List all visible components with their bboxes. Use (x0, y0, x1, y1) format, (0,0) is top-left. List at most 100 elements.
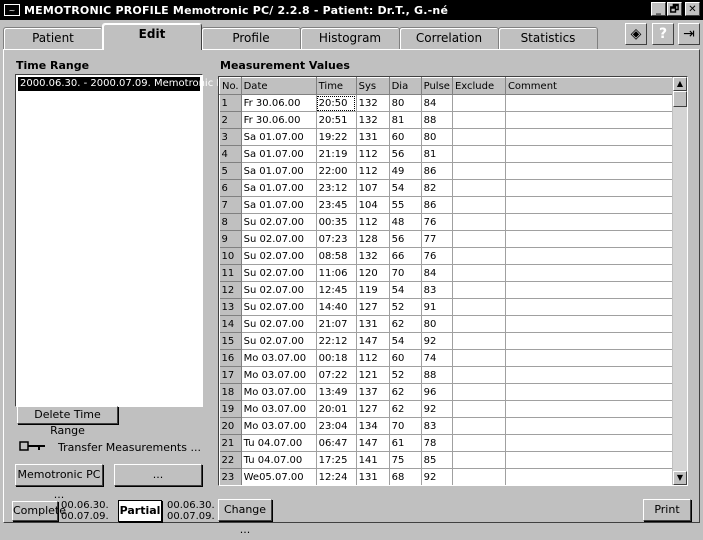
table-cell[interactable] (505, 434, 676, 452)
table-cell[interactable]: 147 (356, 332, 390, 350)
app-icon[interactable]: ~ (4, 4, 20, 16)
table-cell[interactable]: 23:45 (316, 196, 357, 214)
row-number[interactable]: 11 (219, 264, 242, 282)
table-cell[interactable] (505, 298, 676, 316)
table-row[interactable]: 10 Su 02.07.00 08:58 132 66 76 (219, 247, 676, 265)
table-cell[interactable]: 84 (421, 264, 453, 282)
table-cell[interactable]: 128 (356, 230, 390, 248)
table-cell[interactable] (452, 128, 506, 146)
row-number[interactable]: 22 (219, 451, 242, 469)
table-row[interactable]: 3 Sa 01.07.00 19:22 131 60 80 (219, 128, 676, 146)
table-cell[interactable]: 66 (389, 247, 422, 265)
table-row[interactable]: 15 Su 02.07.00 22:12 147 54 92 (219, 332, 676, 350)
delete-time-range-button[interactable]: Delete Time Range (17, 406, 118, 437)
table-cell[interactable]: 23:12 (316, 179, 357, 197)
table-cell[interactable]: Su 02.07.00 (241, 315, 317, 333)
vertical-scrollbar[interactable]: ▲ ▼ (672, 77, 687, 485)
row-number[interactable]: 23 (219, 468, 242, 485)
table-cell[interactable] (452, 315, 506, 333)
table-cell[interactable]: 12:24 (316, 468, 357, 485)
table-cell[interactable]: 76 (421, 247, 453, 265)
row-number[interactable]: 21 (219, 434, 242, 452)
table-row[interactable]: 16 Mo 03.07.00 00:18 112 60 74 (219, 349, 676, 367)
table-cell[interactable]: 00:18 (316, 349, 357, 367)
table-cell[interactable]: Mo 03.07.00 (241, 417, 317, 435)
table-row[interactable]: 23 We05.07.00 12:24 131 68 92 (219, 468, 676, 485)
table-cell[interactable] (452, 196, 506, 214)
table-cell[interactable]: Su 02.07.00 (241, 264, 317, 282)
table-cell[interactable] (452, 281, 506, 299)
table-cell[interactable]: 80 (421, 128, 453, 146)
table-cell[interactable]: Sa 01.07.00 (241, 128, 317, 146)
table-cell[interactable]: 132 (356, 247, 390, 265)
table-cell[interactable]: 147 (356, 434, 390, 452)
table-cell[interactable]: 11:06 (316, 264, 357, 282)
table-cell[interactable] (505, 162, 676, 180)
table-cell[interactable] (505, 247, 676, 265)
row-number[interactable]: 2 (219, 111, 242, 129)
table-cell[interactable]: 12:45 (316, 281, 357, 299)
table-cell[interactable] (505, 349, 676, 367)
table-cell[interactable]: 56 (389, 145, 422, 163)
table-cell[interactable]: 80 (389, 94, 422, 112)
table-cell[interactable]: Su 02.07.00 (241, 298, 317, 316)
table-cell[interactable]: Fr 30.06.00 (241, 94, 317, 112)
table-cell[interactable]: 86 (421, 196, 453, 214)
table-cell[interactable]: 75 (389, 451, 422, 469)
table-cell[interactable]: 17:25 (316, 451, 357, 469)
table-row[interactable]: 4 Sa 01.07.00 21:19 112 56 81 (219, 145, 676, 163)
table-cell[interactable] (452, 451, 506, 469)
table-cell[interactable]: Sa 01.07.00 (241, 196, 317, 214)
table-cell[interactable]: 120 (356, 264, 390, 282)
row-number[interactable]: 9 (219, 230, 242, 248)
help-icon[interactable]: ? (652, 23, 674, 45)
row-number[interactable]: 8 (219, 213, 242, 231)
table-cell[interactable] (505, 264, 676, 282)
measurement-grid[interactable]: No. Date Time Sys Dia Pulse Exclude Comment 1 Fr… (218, 76, 688, 486)
table-cell[interactable]: 70 (389, 264, 422, 282)
table-cell[interactable]: 88 (421, 111, 453, 129)
table-row[interactable]: 21 Tu 04.07.00 06:47 147 61 78 (219, 434, 676, 452)
device-icon[interactable]: ◈ (625, 23, 647, 45)
table-cell[interactable]: 62 (389, 400, 422, 418)
table-cell[interactable] (452, 247, 506, 265)
table-cell[interactable] (505, 400, 676, 418)
row-number[interactable]: 1 (219, 94, 242, 112)
table-cell[interactable] (452, 179, 506, 197)
table-cell[interactable]: 22:12 (316, 332, 357, 350)
table-cell[interactable] (505, 417, 676, 435)
table-cell[interactable]: 84 (421, 94, 453, 112)
table-cell[interactable]: 132 (356, 94, 390, 112)
table-cell[interactable] (452, 417, 506, 435)
table-cell[interactable] (505, 230, 676, 248)
table-cell[interactable]: 131 (356, 315, 390, 333)
table-row[interactable]: 19 Mo 03.07.00 20:01 127 62 92 (219, 400, 676, 418)
table-cell[interactable] (452, 162, 506, 180)
row-number[interactable]: 18 (219, 383, 242, 401)
table-cell[interactable]: 72 (389, 486, 421, 487)
column-header[interactable]: Sys (355, 77, 390, 95)
table-cell[interactable]: 86 (421, 162, 453, 180)
table-row[interactable]: 6 Sa 01.07.00 23:12 107 54 82 (219, 179, 676, 197)
table-cell[interactable]: Mo 03.07.00 (241, 366, 317, 384)
table-cell[interactable]: 137 (356, 383, 390, 401)
table-cell[interactable]: 23:04 (316, 417, 357, 435)
complete-button[interactable]: Complete (12, 501, 66, 521)
table-cell[interactable]: 132 (356, 111, 390, 129)
table-cell[interactable]: 21:19 (316, 145, 357, 163)
table-cell[interactable] (452, 264, 506, 282)
table-cell[interactable]: 78 (421, 434, 453, 452)
table-cell[interactable] (452, 366, 506, 384)
table-cell[interactable]: 48 (389, 213, 422, 231)
column-header[interactable]: Pulse (420, 77, 453, 95)
table-cell[interactable]: Mo 03.07.00 (241, 400, 317, 418)
transfer-icon[interactable] (19, 440, 47, 452)
table-cell[interactable]: We05.07.00 (241, 468, 317, 485)
table-cell[interactable]: 52 (389, 298, 422, 316)
table-cell[interactable]: 20:01 (316, 400, 357, 418)
table-cell[interactable]: Sa 01.07.00 (241, 162, 317, 180)
table-cell[interactable] (452, 400, 506, 418)
print-button[interactable]: Print (643, 499, 691, 521)
table-cell[interactable]: 49 (389, 162, 422, 180)
table-cell[interactable] (452, 298, 506, 316)
